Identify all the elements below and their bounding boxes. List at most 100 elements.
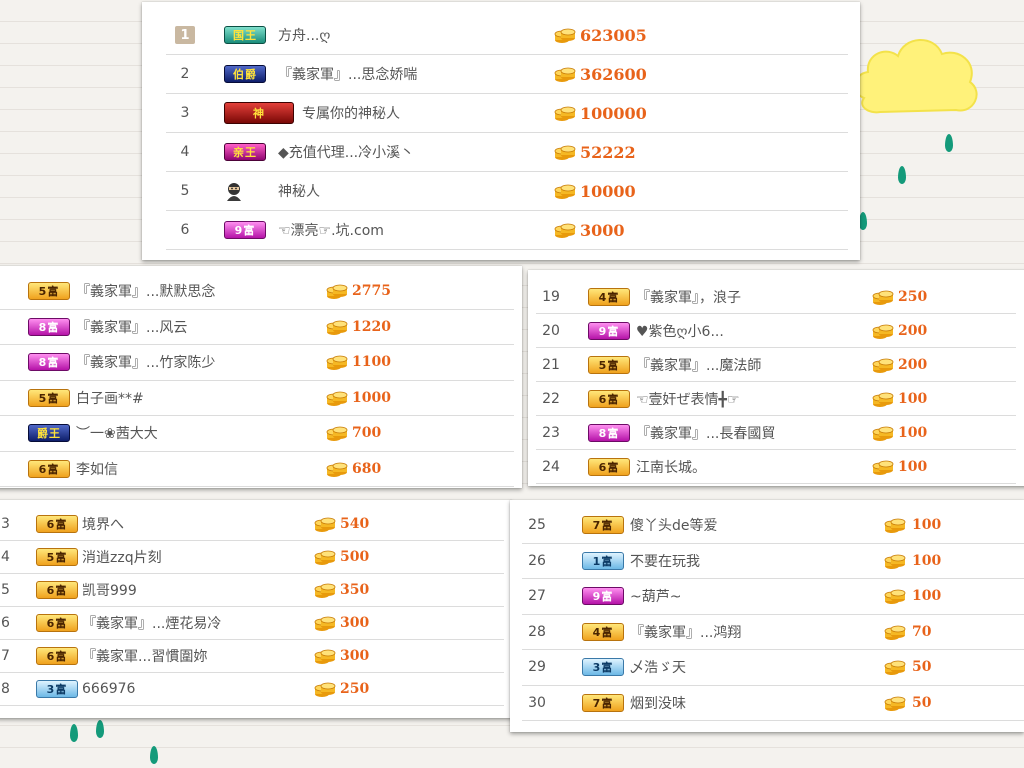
player-name[interactable]: 『義家軍...習慣圍妳	[82, 640, 207, 672]
gold-coin-stack-icon	[314, 548, 336, 566]
leaderboard-row[interactable]: 8富 『義家軍』...竹家陈少 1100	[0, 345, 514, 381]
rank-number: 25	[528, 517, 546, 534]
player-name[interactable]: 『義家軍』...风云	[76, 310, 187, 345]
leaderboard-row[interactable]: 5富 『義家軍』...默默思念 2775	[0, 274, 514, 310]
rank-number	[0, 345, 26, 380]
leaderboard-row[interactable]: 23 8富 『義家軍』...長春國貿 100	[536, 416, 1016, 450]
player-name[interactable]: 神秘人	[278, 172, 320, 210]
leaderboard-row[interactable]: 18 3富666976 250	[0, 673, 504, 706]
gold-coin-stack-icon	[326, 318, 348, 336]
gold-coin-stack-icon	[872, 288, 894, 306]
rank-badge: 6富	[36, 515, 78, 533]
leaderboard-row[interactable]: 16 6富『義家軍』...煙花易冷 300	[0, 607, 504, 640]
rank-number: 24	[542, 458, 560, 475]
leaderboard-row[interactable]: 19 4富 『義家軍』，浪子 250	[536, 280, 1016, 314]
leaderboard-row[interactable]: 14 5富消逍zzq片刻 500	[0, 541, 504, 574]
cloud-decoration	[854, 39, 978, 114]
leaderboard-mid-left: 5富 『義家軍』...默默思念 2775 8富 『義家軍』...风云 1220 8富 『義家軍…	[0, 274, 514, 488]
player-name[interactable]: 李如信	[76, 452, 118, 487]
player-name[interactable]: 消逍zzq片刻	[82, 541, 162, 573]
player-name[interactable]: 『義家軍』，浪子	[636, 280, 741, 313]
leaderboard-row[interactable]: 26 1富 不要在玩我 100	[522, 543, 1024, 579]
leaderboard-panel-bottom-left: 136富境界へ540145富消逍zzq片刻500156富凯哥999350166富…	[0, 500, 512, 718]
player-name[interactable]: 乄浩ゞ天	[630, 650, 686, 685]
player-name[interactable]: 不要在玩我	[630, 544, 700, 579]
leaderboard-row[interactable]: 20 9富 ♥紫色ღ小6... 200	[536, 314, 1016, 348]
rank-number: 22	[542, 390, 560, 407]
score-value: 250	[340, 681, 370, 697]
leaderboard-row[interactable]: 25 7富 傻丫头de等爱 100	[522, 508, 1024, 544]
rank-badge: 8富	[28, 317, 70, 336]
player-name[interactable]: 『義家軍』...煙花易冷	[82, 607, 221, 639]
leaderboard-row[interactable]: 28 4富 『義家軍』...鸿翔 70	[522, 614, 1024, 650]
rank-badge: 5富	[28, 388, 70, 407]
leaderboard-row[interactable]: 13 6富境界へ 540	[0, 508, 504, 541]
leaderboard-row[interactable]: 29 3富 乄浩ゞ天 50	[522, 650, 1024, 686]
player-name[interactable]: 『義家軍』...默默思念	[76, 274, 215, 309]
player-name[interactable]: 烟到没味	[630, 686, 686, 721]
player-name[interactable]: 凯哥999	[82, 574, 137, 606]
rank-number: 4	[180, 144, 190, 160]
leaderboard-row[interactable]: 21 5富 『義家軍』...魔法師 200	[536, 348, 1016, 382]
player-name[interactable]: 方舟...ღ	[278, 16, 330, 54]
gold-coin-stack-icon	[554, 143, 576, 161]
leaderboard-row[interactable]: 5富 白子画**# 1000	[0, 380, 514, 416]
rank-badge: 7富	[582, 693, 624, 712]
rank-badge: 3富	[582, 658, 624, 677]
player-name[interactable]: 傻丫头de等爱	[630, 508, 718, 543]
player-name[interactable]: ☜壹奸ぜ表情╋☞	[636, 382, 740, 415]
rank-number: 17	[0, 648, 10, 664]
player-name[interactable]: 境界へ	[82, 508, 124, 540]
rank-number: 15	[0, 582, 10, 598]
player-name[interactable]: 『義家軍』...竹家陈少	[76, 345, 215, 380]
gold-coin-stack-icon	[554, 104, 576, 122]
leaderboard-row[interactable]: 30 7富 烟到没味 50	[522, 685, 1024, 721]
rank-badge: 1富	[582, 551, 624, 570]
rank-badge: 4富	[588, 287, 630, 306]
player-name[interactable]: ♥紫色ღ小6...	[636, 314, 724, 347]
leaderboard-row[interactable]: 15 6富凯哥999 350	[0, 574, 504, 607]
player-name[interactable]: 『義家軍』...思念娇喘	[278, 55, 417, 93]
score-value: 100	[898, 424, 928, 441]
raindrop-icon	[945, 134, 953, 152]
leaderboard-row[interactable]: 27 9富 ~葫芦~ 100	[522, 579, 1024, 615]
player-name[interactable]: 666976	[82, 673, 135, 705]
player-name[interactable]: 『義家軍』...鸿翔	[630, 615, 741, 650]
leaderboard-row[interactable]: 6富 李如信 680	[0, 451, 514, 487]
leaderboard-mid-right: 19 4富 『義家軍』，浪子 250 20 9富 ♥紫色ღ小6... 200 21 5富 『義家軍』…	[536, 280, 1016, 486]
leaderboard-row[interactable]: 爵王 ︶一❀茜大大 700	[0, 416, 514, 452]
score-value: 680	[352, 460, 382, 477]
leaderboard-top: 1 国王 方舟...ღ 623005 2 伯爵 『義家軍』...思念娇喘 362600 3 神专属…	[166, 16, 848, 260]
rank-number: 2	[180, 66, 190, 82]
player-name[interactable]: 白子画**#	[76, 381, 144, 416]
rank-badge: 爵王	[28, 424, 70, 443]
player-name[interactable]: 专属你的神秘人	[302, 94, 400, 132]
player-name[interactable]: ~葫芦~	[630, 579, 681, 614]
leaderboard-row[interactable]: 5 神秘人 10000	[166, 172, 848, 211]
leaderboard-row[interactable]: 17 6富『義家軍...習慣圍妳 300	[0, 640, 504, 673]
leaderboard-row[interactable]: 22 6富 ☜壹奸ぜ表情╋☞ 100	[536, 382, 1016, 416]
leaderboard-panel-bottom-right: 25 7富 傻丫头de等爱 100 26 1富 不要在玩我 100 27 9富 ~葫芦~ 100 28 4…	[510, 500, 1024, 732]
player-name[interactable]: ☜漂亮☞.坑.com	[278, 211, 384, 249]
leaderboard-row[interactable]: 4 亲王 ◆充值代理...冷小溪丶 52222	[166, 133, 848, 172]
rank-number: 23	[542, 424, 560, 441]
player-name[interactable]: 江南长城。	[636, 450, 706, 483]
gold-coin-stack-icon	[872, 390, 894, 408]
leaderboard-row[interactable]: 2 伯爵 『義家軍』...思念娇喘 362600	[166, 55, 848, 94]
player-name[interactable]: ︶一❀茜大大	[76, 416, 158, 451]
score-value: 10000	[580, 181, 636, 201]
player-name[interactable]: 『義家軍』...魔法師	[636, 348, 761, 381]
leaderboard-row[interactable]: 1 国王 方舟...ღ 623005	[166, 16, 848, 55]
leaderboard-row[interactable]: 3 神专属你的神秘人 100000	[166, 94, 848, 133]
leaderboard-row[interactable]: 24 6富 江南长城。 100	[536, 450, 1016, 484]
rank-number	[0, 274, 26, 309]
leaderboard-panel-mid-left: 5富 『義家軍』...默默思念 2775 8富 『義家軍』...风云 1220 8富 『義家軍…	[0, 266, 522, 488]
player-name[interactable]: ◆充值代理...冷小溪丶	[278, 133, 414, 171]
score-value: 70	[912, 623, 932, 640]
gold-coin-stack-icon	[314, 515, 336, 533]
leaderboard-row[interactable]: 6 9富 ☜漂亮☞.坑.com 3000	[166, 211, 848, 250]
rank-badge: 6富	[28, 459, 70, 478]
leaderboard-row[interactable]: 8富 『義家軍』...风云 1220	[0, 309, 514, 345]
player-name[interactable]: 『義家軍』...長春國貿	[636, 416, 775, 449]
rank-number: 13	[0, 516, 10, 532]
